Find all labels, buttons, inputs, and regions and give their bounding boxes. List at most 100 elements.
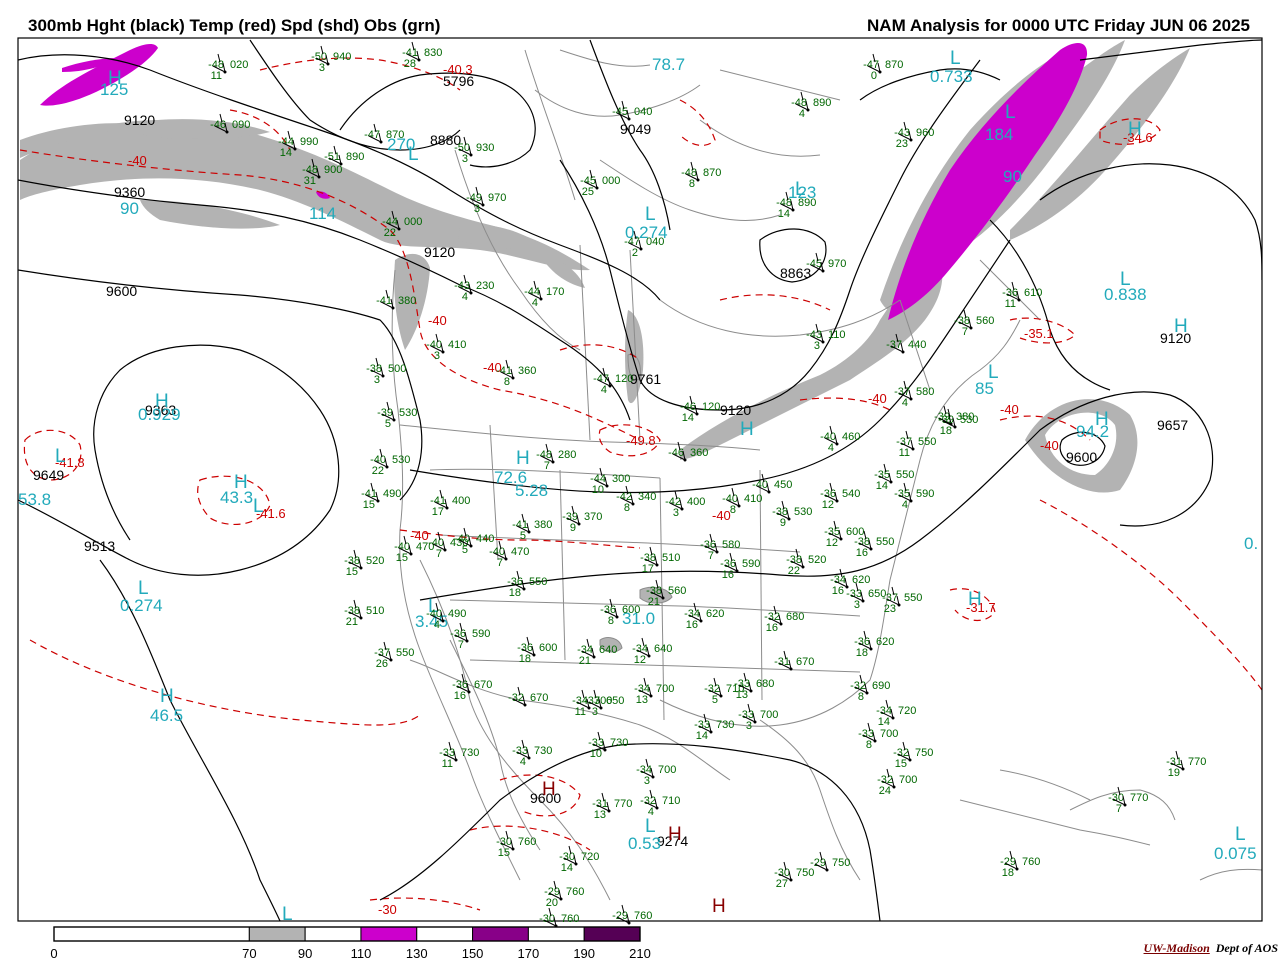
station-value: 7: [1116, 803, 1122, 815]
station-value: 14: [280, 147, 292, 159]
station-value: 13: [594, 809, 606, 821]
speed-max-label: 0.733: [930, 67, 973, 86]
station-observation: -31 77019: [1166, 750, 1206, 779]
station-value: 4: [902, 499, 908, 511]
station-value: 460: [842, 431, 860, 443]
station-value: 7: [497, 557, 503, 569]
station-value: 590: [742, 558, 760, 570]
speed-max-label: 184: [985, 125, 1013, 144]
speed-max-label: 0.53: [628, 834, 661, 853]
station-value: 13: [636, 694, 648, 706]
station-value: 3: [814, 340, 820, 352]
station-observation: -48 8708: [681, 161, 721, 190]
station-dot: [511, 376, 515, 380]
height-contour-label: 9049: [620, 121, 651, 137]
station-value: 970: [488, 192, 506, 204]
station-dot: [223, 70, 227, 74]
station-observation: -50 9403: [311, 45, 351, 74]
station-value: 16: [856, 547, 868, 559]
station-dot: [655, 806, 659, 810]
station-dot: [317, 175, 321, 179]
station-value: 28: [404, 58, 416, 70]
station-observation: -30 75027: [774, 861, 814, 890]
station-dot: [909, 138, 913, 142]
station-dot: [969, 326, 973, 330]
station-dot: [469, 291, 473, 295]
station-dot: [587, 706, 591, 710]
station-dot: [1181, 767, 1185, 771]
station-value: 16: [686, 619, 698, 631]
station-dot: [392, 418, 396, 422]
speed-max-label: 85: [975, 379, 994, 398]
station-value: -51: [324, 151, 340, 163]
station-dot: [835, 499, 839, 503]
station-value: 14: [876, 480, 888, 492]
station-value: 760: [561, 913, 579, 925]
station-value: 450: [774, 479, 792, 491]
station-value: 620: [852, 574, 870, 586]
station-value: 990: [300, 136, 318, 148]
station-value: 12: [634, 654, 646, 666]
station-value: 540: [842, 488, 860, 500]
station-value: 5: [712, 694, 718, 706]
station-observation: -35 5904: [894, 482, 934, 511]
station-value: 700: [899, 774, 917, 786]
station-observation: -41 49015: [361, 482, 401, 511]
station-value: 3: [592, 706, 598, 718]
speed-max-label: 90: [1003, 167, 1022, 186]
station-dot: [389, 658, 393, 662]
station-dot: [696, 178, 700, 182]
station-dot: [381, 374, 385, 378]
station-dot: [801, 565, 805, 569]
station-value: 18: [940, 425, 952, 437]
station-observation: -37 5804: [894, 380, 934, 409]
station-dot: [379, 140, 383, 144]
station-value: 720: [898, 705, 916, 717]
station-value: 940: [333, 51, 351, 63]
station-dot: [417, 58, 421, 62]
station-value: 410: [744, 493, 762, 505]
station-dot: [326, 62, 330, 66]
station-dot: [605, 484, 609, 488]
station-value: 680: [756, 678, 774, 690]
station-value: 31: [304, 175, 316, 187]
station-observation: -36 61011: [1002, 281, 1042, 310]
station-value: 900: [324, 164, 342, 176]
high-center-marker: H: [968, 589, 982, 610]
high-center-marker: H: [712, 896, 726, 917]
speed-max-label: 0.838: [1104, 285, 1147, 304]
speed-max-label: 5.28: [515, 481, 548, 500]
station-value: 730: [461, 747, 479, 759]
station-value: 8: [689, 178, 695, 190]
station-observation: -45 040: [612, 100, 652, 121]
colorbar-tick-label: 170: [518, 946, 540, 960]
station-value: 730: [534, 745, 552, 757]
height-contour-label: 9761: [630, 371, 661, 387]
credit-text: UW-Madison Dept of AOS: [1144, 941, 1278, 956]
speed-max-label: 90: [120, 199, 139, 218]
station-value: 15: [363, 499, 375, 511]
station-value: 11: [899, 447, 910, 459]
station-observation: -33 73010: [588, 731, 628, 760]
station-value: 560: [668, 585, 686, 597]
station-observation: -36 67016: [452, 673, 492, 702]
height-contour-label: 9600: [106, 283, 137, 299]
colorbar-tick-label: 210: [629, 946, 651, 960]
station-value: 11: [442, 758, 453, 770]
station-dot: [574, 862, 578, 866]
colorbar-bin: [53, 926, 250, 942]
station-dot: [865, 691, 869, 695]
station-value: 16: [766, 622, 778, 634]
station-value: 380: [534, 519, 552, 531]
station-value: 670: [474, 679, 492, 691]
colorbar-bin: [416, 926, 474, 942]
station-dot: [806, 108, 810, 112]
station-value: 3: [462, 153, 468, 165]
station-value: 11: [1005, 298, 1016, 310]
station-dot: [523, 703, 527, 707]
height-contour-label: 9120: [124, 112, 155, 128]
temperature-label: -40: [1040, 438, 1059, 453]
station-dot: [753, 720, 757, 724]
station-value: 11: [211, 70, 222, 82]
station-value: 470: [511, 546, 529, 558]
